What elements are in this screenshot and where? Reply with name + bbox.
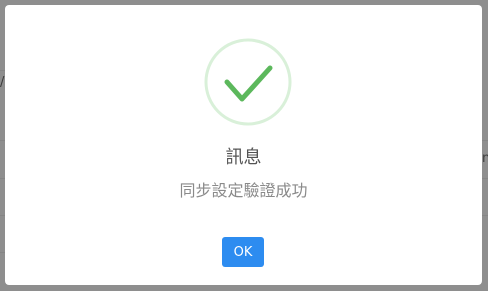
background-text-fragment: n (482, 151, 488, 166)
dialog-title: 訊息 (225, 147, 262, 168)
background-divider (482, 178, 488, 179)
checkmark (224, 65, 273, 102)
success-ring (204, 38, 292, 126)
background-divider (482, 140, 488, 141)
success-check-icon (204, 38, 292, 126)
message-dialog: 訊息 同步設定驗證成功 OK (5, 5, 482, 285)
background-divider (482, 215, 488, 216)
ok-button[interactable]: OK (222, 237, 264, 267)
dialog-message: 同步設定驗證成功 (179, 181, 308, 200)
background-text-fragment: / (0, 75, 5, 90)
